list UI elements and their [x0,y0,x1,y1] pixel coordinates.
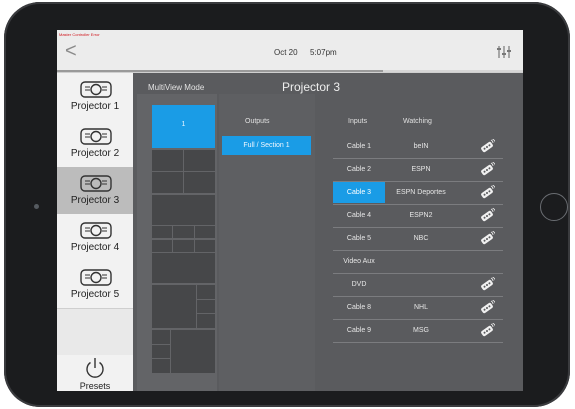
remote-control-icon[interactable] [479,300,495,314]
multiview-layout-left-plus-three[interactable] [152,285,215,328]
projector-sidebar: Projector 1 Projector 2 Projector 3 Proj… [57,73,133,391]
input-row[interactable]: Cable 1 beIN [333,136,503,159]
input-name[interactable]: Cable 2 [333,159,385,180]
multiview-layout-quad[interactable] [152,150,215,193]
multiview-selected-label: 1 [181,121,186,128]
sidebar-item-label: Projector 3 [70,195,120,206]
remote-control-icon[interactable] [479,162,495,176]
input-name[interactable]: Cable 1 [333,136,385,157]
time-text: 5:07pm [310,48,337,57]
output-full-section-1[interactable]: Full / Section 1 [222,136,311,155]
error-status: Master Controller Error [59,32,100,37]
remote-control-icon[interactable] [479,231,495,245]
power-icon [86,358,104,378]
sidebar-item-projector-3[interactable]: Projector 3 [57,167,133,215]
input-row[interactable]: Cable 8 NHL [333,297,503,320]
sidebar-item-presets[interactable]: Presets [57,355,133,391]
watching-value: ESPN Deportes [396,189,446,196]
progress-fill [57,70,384,72]
input-name[interactable]: Cable 5 [333,228,385,249]
date-text: Oct 20 [274,48,298,57]
input-name[interactable]: Cable 4 [333,205,385,226]
input-row[interactable]: DVD [333,274,503,297]
camera-dot [34,204,39,209]
multiview-mode-title: MultiView Mode [148,83,205,92]
sidebar-item-label: Projector 2 [70,148,120,159]
watching-value: ESPN2 [409,212,433,219]
sidebar-item-label: Projector 4 [70,242,120,253]
remote-control-icon[interactable] [479,139,495,153]
watching-value [385,251,457,272]
progress-bar [57,70,523,72]
watching-value [385,274,457,295]
sidebar-item-projector-5[interactable]: Projector 5 [57,261,133,309]
inputs-header: Inputs [348,118,368,125]
remote-control-icon[interactable] [479,277,495,291]
watching-value: NBC [413,235,429,242]
watching-value: ESPN [411,166,431,173]
multiview-layout-three-plus-right[interactable] [152,330,215,373]
top-bar: Master Controller Error < Oct 20 5:07pm [57,30,523,73]
input-row[interactable]: Cable 9 MSG [333,320,503,343]
remote-control-icon[interactable] [479,323,495,337]
input-row[interactable]: Cable 3 ESPN Deportes [333,182,503,205]
presets-label: Presets [79,381,111,391]
outputs-header: Outputs [245,118,270,125]
input-row[interactable]: Video Aux [333,251,503,274]
input-name[interactable]: Cable 3 [333,182,385,203]
input-name[interactable]: Cable 8 [333,297,385,318]
multiview-layout-top-plus-three[interactable] [152,195,215,238]
remote-control-icon[interactable] [479,208,495,222]
remote-control-icon[interactable] [479,185,495,199]
input-row[interactable]: Cable 2 ESPN [333,159,503,182]
sidebar-item-projector-4[interactable]: Projector 4 [57,214,133,262]
mixer-sliders-icon[interactable] [496,45,512,59]
projector-icon [80,81,112,98]
input-row[interactable]: Cable 5 NBC [333,228,503,251]
home-button[interactable] [540,193,568,221]
multiview-layout-three-plus-bottom[interactable] [152,240,215,283]
watching-value: NHL [413,304,428,311]
sidebar-item-projector-2[interactable]: Projector 2 [57,120,133,168]
app-screen: Master Controller Error < Oct 20 5:07pm … [57,30,523,391]
page-title: Projector 3 [282,80,341,94]
sidebar-item-label: Projector 1 [70,101,120,112]
input-row[interactable]: Cable 4 ESPN2 [333,205,503,228]
sidebar-item-label: Projector 5 [70,289,120,300]
input-name[interactable]: Cable 9 [333,320,385,341]
projector-icon [80,269,112,286]
back-button[interactable]: < [65,41,77,61]
tablet-frame: Master Controller Error < Oct 20 5:07pm … [4,2,570,407]
input-name[interactable]: DVD [333,274,385,295]
watching-value: MSG [413,327,429,334]
input-name[interactable]: Video Aux [333,251,385,272]
watching-value: beIN [413,143,429,150]
multiview-layout-1[interactable]: 1 [152,105,215,148]
projector-icon [80,128,112,145]
projector-icon [80,222,112,239]
sidebar-item-projector-1[interactable]: Projector 1 [57,73,133,121]
projector-icon [80,175,112,192]
watching-header: Watching [403,118,432,125]
